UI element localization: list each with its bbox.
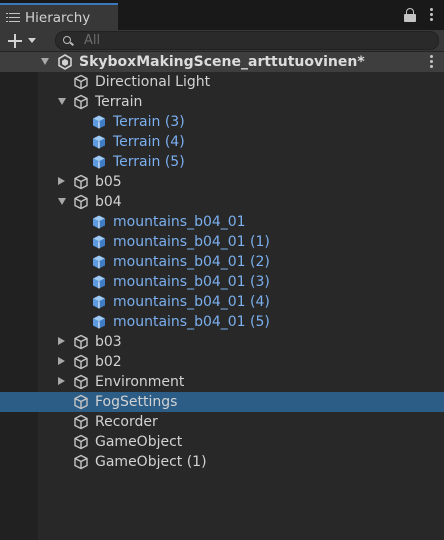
hierarchy-tree: SkyboxMakingScene_arttutuovinen* Directi… (0, 52, 444, 472)
gameobject-cube-icon (74, 394, 88, 410)
search-icon[interactable] (63, 35, 76, 46)
gameobject-cube-icon (74, 94, 88, 110)
prefab-cube-icon (93, 255, 105, 269)
gameobject-cube-icon (74, 194, 88, 210)
hierarchy-row[interactable]: Recorder (0, 412, 444, 432)
hierarchy-row[interactable]: Environment (0, 372, 444, 392)
row-label: Terrain (5) (113, 154, 185, 170)
row-label: b04 (95, 194, 122, 210)
fold-open-icon[interactable] (58, 198, 66, 205)
scene-name: SkyboxMakingScene_arttutuovinen* (79, 54, 365, 70)
prefab-cube-icon (93, 115, 105, 129)
hierarchy-row[interactable]: Terrain (0, 92, 444, 112)
unity-scene-icon (58, 54, 72, 70)
gameobject-cube-icon (74, 374, 88, 390)
row-label: mountains_b04_01 (3) (113, 274, 270, 290)
create-dropdown-button[interactable] (5, 31, 41, 50)
prefab-cube-icon (93, 315, 105, 329)
search-input[interactable] (84, 33, 384, 48)
fold-closed-icon[interactable] (58, 377, 65, 385)
fold-closed-icon[interactable] (58, 357, 65, 365)
hierarchy-row-prefab[interactable]: Terrain (3) (0, 112, 444, 132)
fold-closed-icon[interactable] (58, 337, 65, 345)
prefab-cube-icon (93, 155, 105, 169)
hierarchy-row-prefab[interactable]: mountains_b04_01 (1) (0, 232, 444, 252)
row-label: Terrain (4) (113, 134, 185, 150)
fold-closed-icon[interactable] (58, 177, 65, 185)
scene-header-row[interactable]: SkyboxMakingScene_arttutuovinen* (0, 52, 444, 72)
row-label: Terrain (95, 94, 143, 110)
prefab-cube-icon (93, 275, 105, 289)
row-label: mountains_b04_01 (4) (113, 294, 270, 310)
gameobject-cube-icon (74, 74, 88, 90)
hierarchy-row-prefab[interactable]: mountains_b04_01 (3) (0, 272, 444, 292)
hierarchy-row-prefab[interactable]: mountains_b04_01 (0, 212, 444, 232)
tab-label: Hierarchy (25, 9, 91, 26)
lock-icon[interactable] (404, 8, 416, 22)
row-label: GameObject (95, 434, 183, 450)
gameobject-cube-icon (74, 414, 88, 430)
hierarchy-row-prefab[interactable]: mountains_b04_01 (2) (0, 252, 444, 272)
hierarchy-row-prefab[interactable]: Terrain (5) (0, 152, 444, 172)
hierarchy-row[interactable]: b03 (0, 332, 444, 352)
search-field[interactable] (55, 31, 439, 50)
hierarchy-list-icon (6, 12, 20, 24)
row-label: Terrain (3) (113, 114, 185, 130)
hierarchy-row[interactable]: GameObject (1) (0, 452, 444, 472)
hierarchy-toolbar (0, 30, 444, 52)
row-label: GameObject (1) (95, 454, 207, 470)
hierarchy-row[interactable]: GameObject (0, 432, 444, 452)
row-label: mountains_b04_01 (5) (113, 314, 270, 330)
hierarchy-row-prefab[interactable]: mountains_b04_01 (5) (0, 312, 444, 332)
gameobject-cube-icon (74, 174, 88, 190)
gameobject-cube-icon (74, 354, 88, 370)
prefab-cube-icon (93, 215, 105, 229)
tab-hierarchy[interactable]: Hierarchy (0, 3, 118, 30)
hierarchy-tab-bar: Hierarchy (0, 0, 444, 30)
chevron-down-icon (28, 38, 36, 43)
hierarchy-row[interactable]: b02 (0, 352, 444, 372)
gameobject-cube-icon (74, 334, 88, 350)
row-label: Directional Light (95, 74, 211, 90)
hierarchy-row-prefab[interactable]: Terrain (4) (0, 132, 444, 152)
row-label: mountains_b04_01 (2) (113, 254, 270, 270)
hierarchy-row[interactable]: b04 (0, 192, 444, 212)
row-label: FogSettings (95, 394, 178, 410)
fold-open-icon[interactable] (58, 98, 66, 105)
prefab-cube-icon (93, 295, 105, 309)
window-menu-icon[interactable] (430, 8, 434, 22)
hierarchy-row[interactable]: FogSettings (0, 392, 444, 412)
row-label: b05 (95, 174, 122, 190)
fold-open-icon[interactable] (41, 58, 49, 65)
row-label: Recorder (95, 414, 158, 430)
row-label: mountains_b04_01 (113, 214, 246, 230)
gameobject-cube-icon (74, 434, 88, 450)
hierarchy-row[interactable]: b05 (0, 172, 444, 192)
row-label: b02 (95, 354, 122, 370)
row-label: b03 (95, 334, 122, 350)
row-label: mountains_b04_01 (1) (113, 234, 270, 250)
row-label: Environment (95, 374, 185, 390)
hierarchy-row-prefab[interactable]: mountains_b04_01 (4) (0, 292, 444, 312)
prefab-cube-icon (93, 135, 105, 149)
hierarchy-row[interactable]: Directional Light (0, 72, 444, 92)
plus-icon (8, 33, 22, 48)
gameobject-cube-icon (74, 454, 88, 470)
prefab-cube-icon (93, 235, 105, 249)
scene-menu-icon[interactable] (430, 55, 434, 69)
